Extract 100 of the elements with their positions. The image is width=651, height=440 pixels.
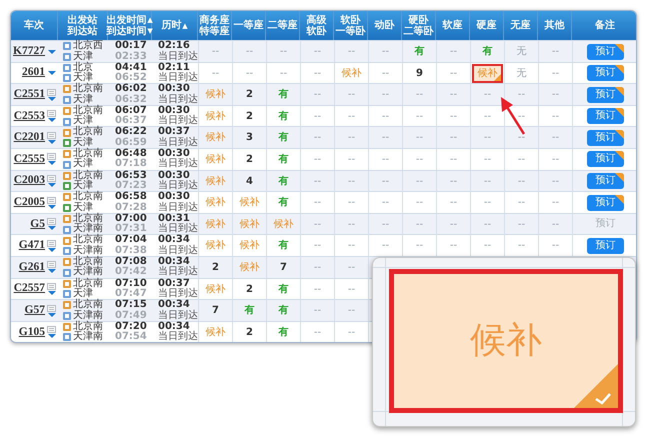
seat-availability: -- xyxy=(552,89,560,100)
seat-availability: 有 xyxy=(414,46,424,57)
seat-availability: -- xyxy=(348,46,356,57)
seat-availability: -- xyxy=(348,326,356,338)
column-header[interactable]: 二等座 xyxy=(268,20,298,31)
train-number-link[interactable]: G471 xyxy=(18,237,45,254)
seat-availability: 2 xyxy=(246,110,253,122)
column-header[interactable]: 车次 xyxy=(24,20,44,31)
column-header[interactable]: 备注 xyxy=(595,20,615,31)
seat-availability: -- xyxy=(348,305,356,316)
train-number-link[interactable]: G261 xyxy=(18,258,45,276)
seat-availability: -- xyxy=(348,176,356,187)
seat-availability: -- xyxy=(348,89,356,100)
column-header[interactable]: 历时 xyxy=(161,20,182,31)
book-button[interactable]: 预订 xyxy=(587,44,624,60)
arrival-time: 07:23 xyxy=(115,181,148,192)
seat-availability: -- xyxy=(518,176,526,187)
seat-availability: -- xyxy=(484,197,492,208)
column-header[interactable]: 到达时间 xyxy=(106,26,146,36)
seat-availability: -- xyxy=(382,89,390,100)
caret-icon[interactable] xyxy=(48,118,56,122)
train-number-link[interactable]: C2555 xyxy=(14,150,45,168)
column-header[interactable]: 商务座 xyxy=(200,14,230,26)
book-button[interactable]: 预订 xyxy=(587,130,624,146)
seat-availability: 9 xyxy=(416,68,423,79)
caret-icon[interactable] xyxy=(48,204,56,209)
column-header[interactable]: 软卧 xyxy=(340,14,360,26)
train-number-link[interactable]: G57 xyxy=(24,302,45,320)
seat-availability: 候补 xyxy=(206,110,226,122)
seat-availability: -- xyxy=(416,132,424,144)
train-number-link[interactable]: G105 xyxy=(18,324,45,341)
column-header[interactable]: 软卧 xyxy=(306,26,326,36)
arrival-time: 02:33 xyxy=(115,52,148,62)
station-name: 天津南 xyxy=(73,267,103,278)
column-header[interactable]: 软座 xyxy=(442,20,462,31)
train-number-link[interactable]: C2553 xyxy=(14,108,45,125)
caret-icon[interactable] xyxy=(48,334,56,338)
caret-icon[interactable] xyxy=(48,312,56,317)
train-number-link[interactable]: C2003 xyxy=(14,172,45,190)
column-header[interactable]: 出发时间 xyxy=(106,14,146,26)
train-number-link[interactable]: C2557 xyxy=(14,280,45,298)
book-button[interactable]: 预订 xyxy=(587,151,624,168)
seat-availability: -- xyxy=(484,110,492,122)
book-button[interactable]: 预订 xyxy=(587,238,624,254)
seat-availability: -- xyxy=(382,110,390,122)
book-button[interactable]: 预订 xyxy=(587,194,624,211)
column-header[interactable]: 到达站 xyxy=(68,26,98,36)
caret-icon[interactable] xyxy=(48,96,56,101)
seat-availability: -- xyxy=(552,68,560,79)
seat-availability: -- xyxy=(450,89,458,100)
station-name: 北京南 xyxy=(73,256,103,267)
departure-time: 07:04 xyxy=(115,235,148,246)
station-name: 天津南 xyxy=(73,246,103,256)
caret-icon[interactable] xyxy=(48,71,56,76)
train-number-link[interactable]: C2201 xyxy=(14,129,45,146)
departure-time: 07:15 xyxy=(115,300,148,310)
book-button[interactable]: 预订 xyxy=(587,65,624,82)
caret-icon[interactable] xyxy=(48,291,56,296)
arrival-time: 07:42 xyxy=(115,267,148,278)
arrival-time: 07:38 xyxy=(115,246,148,256)
seat-availability: 候补 xyxy=(342,68,362,79)
column-header[interactable]: 无座 xyxy=(510,20,530,31)
column-header[interactable]: 硬卧 xyxy=(408,14,428,26)
book-button[interactable]: 预订 xyxy=(587,86,624,103)
train-number-link[interactable]: C2005 xyxy=(14,194,45,212)
caret-icon[interactable] xyxy=(48,183,56,188)
train-number-link[interactable]: 2601 xyxy=(22,64,45,82)
seat-availability: -- xyxy=(450,197,458,208)
column-header[interactable]: 动卧 xyxy=(374,20,394,31)
departure-time: 06:02 xyxy=(115,84,148,94)
seat-availability: -- xyxy=(314,284,322,295)
seat-availability: -- xyxy=(314,132,322,144)
column-header[interactable]: 出发站 xyxy=(68,14,98,26)
column-header[interactable]: 一等卧 xyxy=(336,26,366,36)
train-number-link[interactable]: C2551 xyxy=(14,86,45,104)
caret-icon[interactable] xyxy=(48,269,56,274)
caret-icon[interactable] xyxy=(48,248,56,252)
book-button[interactable]: 预订 xyxy=(587,108,624,124)
column-header[interactable]: 特等座 xyxy=(200,26,230,36)
seat-availability: 候补 xyxy=(206,154,226,165)
column-header[interactable]: 硬座 xyxy=(476,20,496,31)
seat-availability: -- xyxy=(314,305,322,316)
caret-icon[interactable] xyxy=(48,161,56,166)
book-button[interactable]: 预订 xyxy=(587,173,624,190)
column-header[interactable]: 二等卧 xyxy=(404,26,434,36)
column-header[interactable]: 高级 xyxy=(306,14,326,26)
seat-availability: -- xyxy=(280,68,288,79)
column-header[interactable]: 其他 xyxy=(544,20,564,31)
arrival-time: 07:31 xyxy=(115,224,148,234)
duration: 00:34 xyxy=(158,322,190,332)
arrival-day: 当日到达 xyxy=(158,94,198,106)
station-name: 北京南 xyxy=(73,214,103,224)
caret-icon[interactable] xyxy=(48,50,56,54)
train-number-link[interactable]: K7727 xyxy=(13,42,45,60)
highlighted-seat-cell[interactable]: 候补 xyxy=(472,64,503,83)
seat-availability: 有 xyxy=(278,132,288,144)
caret-icon[interactable] xyxy=(48,140,56,144)
arrival-day: 当日到达 xyxy=(158,116,198,127)
column-header[interactable]: 一等座 xyxy=(234,20,264,31)
seat-availability: 候补 xyxy=(206,197,226,208)
